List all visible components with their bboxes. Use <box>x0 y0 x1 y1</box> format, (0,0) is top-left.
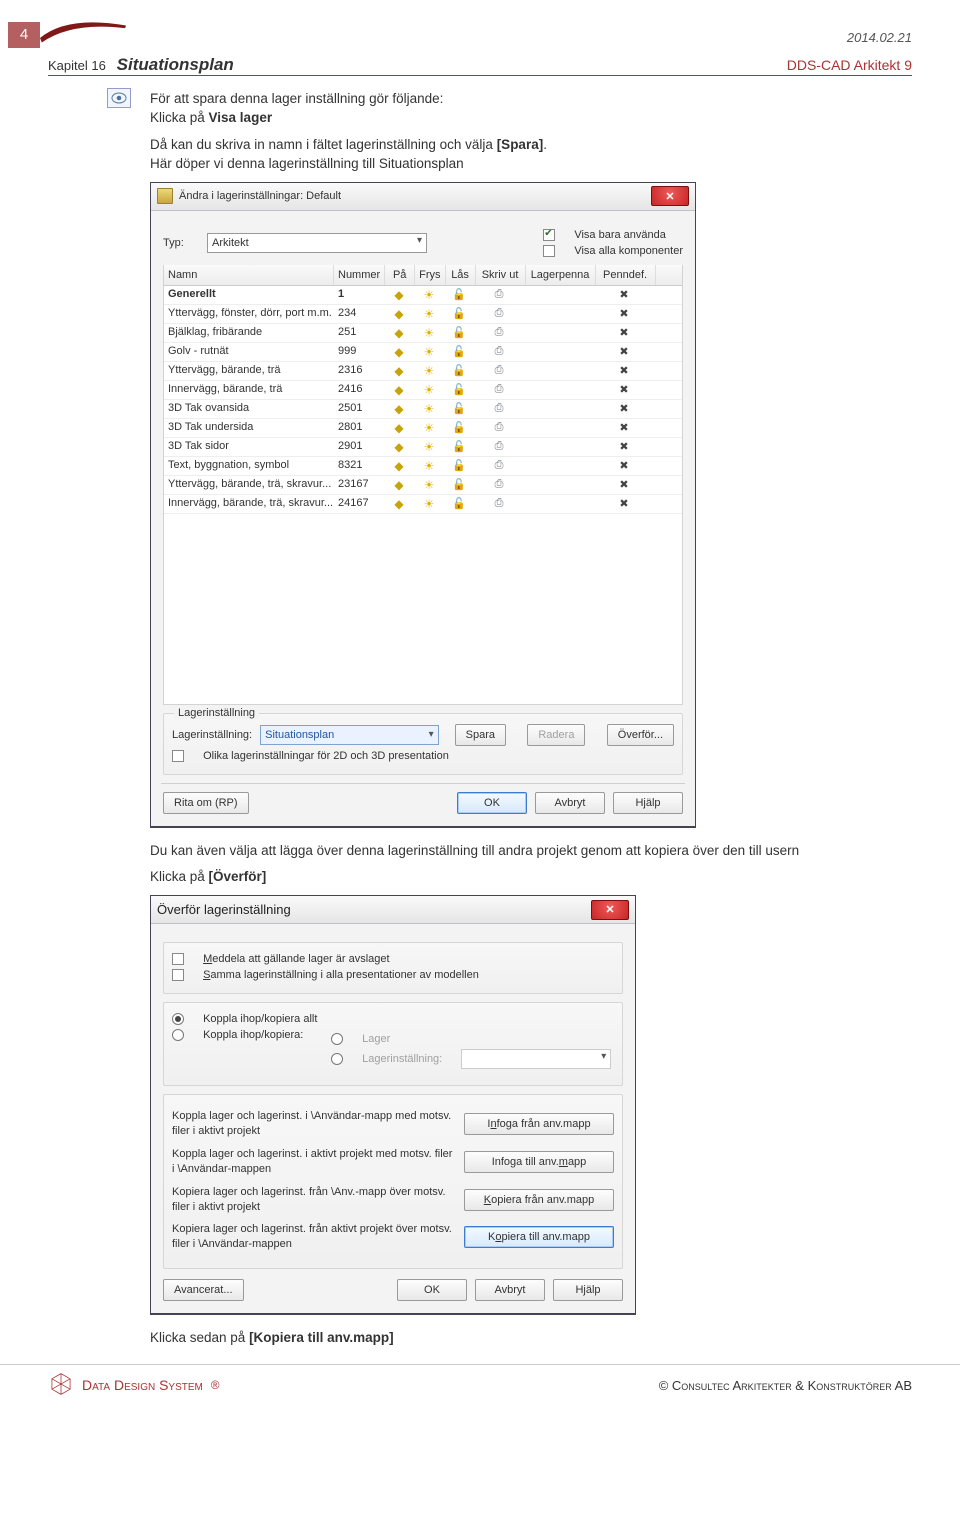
col-freeze[interactable]: Frys <box>415 265 445 285</box>
post-para: Klicka sedan på [Kopiera till anv.mapp] <box>150 1329 912 1348</box>
chapter-label: Kapitel 16 <box>48 58 106 73</box>
radio-choose[interactable] <box>172 1029 184 1041</box>
table-row[interactable]: Golv - rutnät999◆☀🔓⎙✖ <box>164 343 682 362</box>
op3-button[interactable]: Kopiera från anv.mapp <box>464 1189 614 1211</box>
table-row[interactable]: 3D Tak ovansida2501◆☀🔓⎙✖ <box>164 400 682 419</box>
radio-lager <box>331 1033 343 1045</box>
window-title: Ändra i lagerinställningar: Default <box>179 190 341 202</box>
redraw-button[interactable]: Rita om (RP) <box>163 792 249 814</box>
chk-same[interactable] <box>172 969 184 981</box>
chk-visa-alla-label: Visa alla komponenter <box>574 245 683 257</box>
eye-icon <box>107 88 131 108</box>
close-icon[interactable]: ✕ <box>591 900 629 920</box>
table-row[interactable]: Yttervägg, fönster, dörr, port m.m.234◆☀… <box>164 305 682 324</box>
col-name[interactable]: Namn <box>164 265 334 285</box>
radio-ls-combo <box>461 1049 611 1069</box>
col-on[interactable]: På <box>385 265 415 285</box>
op2-button[interactable]: Infoga till anv.mapp <box>464 1151 614 1173</box>
op1-text: Koppla lager och lagerinst. i \Användar-… <box>172 1109 454 1139</box>
page-title: Situationsplan <box>117 55 234 74</box>
intro-para-2: Då kan du skriva in namn i fältet lageri… <box>150 136 912 174</box>
chk-visa-bara[interactable] <box>543 229 555 241</box>
table-row[interactable]: Text, byggnation, symbol8321◆☀🔓⎙✖ <box>164 457 682 476</box>
chk-visa-alla[interactable] <box>543 245 555 257</box>
ok-button[interactable]: OK <box>397 1279 467 1301</box>
col-number[interactable]: Nummer <box>334 265 385 285</box>
radio-lager-label: Lager <box>362 1033 390 1045</box>
header-date: 2014.02.21 <box>847 30 912 45</box>
brand-glyph-icon <box>48 1371 74 1400</box>
ls-name-input[interactable]: Situationsplan <box>260 725 439 745</box>
table-row[interactable]: 3D Tak undersida2801◆☀🔓⎙✖ <box>164 419 682 438</box>
radio-choose-label: Koppla ihop/kopiera: <box>203 1029 323 1041</box>
save-button[interactable]: Spara <box>455 724 506 746</box>
ls-label: Lagerinställning: <box>172 729 252 741</box>
mid-para-1: Du kan även välja att lägga över denna l… <box>150 842 912 861</box>
layer-setting-group: Lagerinställning Lagerinställning: Situa… <box>163 713 683 775</box>
copy-mode-group: Koppla ihop/kopiera allt Koppla ihop/kop… <box>163 1002 623 1086</box>
op4-text: Kopiera lager och lagerinst. från aktivt… <box>172 1222 454 1252</box>
advanced-button[interactable]: Avancerat... <box>163 1279 244 1301</box>
table-row[interactable]: Bjälklag, fribärande251◆☀🔓⎙✖ <box>164 324 682 343</box>
cancel-button[interactable]: Avbryt <box>475 1279 545 1301</box>
chapter-title: Kapitel 16 Situationsplan <box>48 55 234 75</box>
titlebar: Överför lagerinställning ✕ <box>151 896 635 924</box>
header-swoosh <box>40 18 130 58</box>
page-number: 4 <box>8 22 40 48</box>
table-row[interactable]: Yttervägg, bärande, trä2316◆☀🔓⎙✖ <box>164 362 682 381</box>
window-icon <box>157 188 173 204</box>
ok-button[interactable]: OK <box>457 792 527 814</box>
mid-para-2: Klicka på [Överför] <box>150 868 912 887</box>
radio-all-label: Koppla ihop/kopiera allt <box>203 1013 317 1025</box>
layer-table-header: Namn Nummer På Frys Lås Skriv ut Lagerpe… <box>164 265 682 286</box>
chk-notify-label: Meddela att gällande lager är avslaget <box>203 953 390 965</box>
titlebar: Ändra i lagerinställningar: Default ✕ <box>151 183 695 211</box>
close-icon[interactable]: ✕ <box>651 186 689 206</box>
type-select[interactable]: Arkitekt <box>207 233 427 253</box>
col-lock[interactable]: Lås <box>446 265 476 285</box>
brand-text: Data Design System <box>82 1377 203 1393</box>
layer-table: Namn Nummer På Frys Lås Skriv ut Lagerpe… <box>163 265 683 705</box>
col-print[interactable]: Skriv ut <box>476 265 526 285</box>
op1-button[interactable]: Infoga från anv.mapp <box>464 1113 614 1135</box>
chk-visa-bara-label: Visa bara använda <box>574 229 666 241</box>
chk-notify[interactable] <box>172 953 184 965</box>
table-row[interactable]: Yttervägg, bärande, trä, skravur...23167… <box>164 476 682 495</box>
transfer-button[interactable]: Överför... <box>607 724 674 746</box>
help-button[interactable]: Hjälp <box>553 1279 623 1301</box>
group-legend: Lagerinställning <box>174 707 259 719</box>
table-row[interactable]: Generellt1◆☀🔓⎙✖ <box>164 286 682 305</box>
copyright: © Consultec Arkitekter & Konstruktörer A… <box>659 1378 912 1393</box>
product-name: DDS-CAD Arkitekt 9 <box>787 57 912 73</box>
delete-button[interactable]: Radera <box>527 724 585 746</box>
op3-text: Kopiera lager och lagerinst. från \Anv.-… <box>172 1185 454 1215</box>
table-row[interactable]: Innervägg, bärande, trä2416◆☀🔓⎙✖ <box>164 381 682 400</box>
chk-2d-3d-label: Olika lagerinställningar för 2D och 3D p… <box>203 750 449 762</box>
table-row[interactable]: Innervägg, bärande, trä, skravur...24167… <box>164 495 682 514</box>
op2-text: Koppla lager och lagerinst. i aktivt pro… <box>172 1147 454 1177</box>
brand-logo: Data Design System® <box>48 1371 219 1400</box>
intro-para-1: För att spara denna lager inställning gö… <box>150 90 912 128</box>
chk-2d-3d[interactable] <box>172 750 184 762</box>
type-label: Typ: <box>163 237 199 249</box>
ops-group: Koppla lager och lagerinst. i \Användar-… <box>163 1094 623 1269</box>
window-title: Överför lagerinställning <box>157 902 291 917</box>
help-button[interactable]: Hjälp <box>613 792 683 814</box>
op4-button[interactable]: Kopiera till anv.mapp <box>464 1226 614 1248</box>
radio-ls-label: Lagerinställning: <box>362 1053 442 1065</box>
layer-settings-dialog: Ändra i lagerinställningar: Default ✕ Ty… <box>150 182 696 828</box>
col-pen[interactable]: Lagerpenna <box>526 265 596 285</box>
radio-ls <box>331 1053 343 1065</box>
radio-all[interactable] <box>172 1013 184 1025</box>
cancel-button[interactable]: Avbryt <box>535 792 605 814</box>
transfer-dialog: Överför lagerinställning ✕ Meddela att g… <box>150 895 636 1315</box>
chk-same-label: Samma lagerinställning i alla presentati… <box>203 969 479 981</box>
col-pendef[interactable]: Penndef. <box>596 265 656 285</box>
notify-group: Meddela att gällande lager är avslaget S… <box>163 942 623 994</box>
table-row[interactable]: 3D Tak sidor2901◆☀🔓⎙✖ <box>164 438 682 457</box>
